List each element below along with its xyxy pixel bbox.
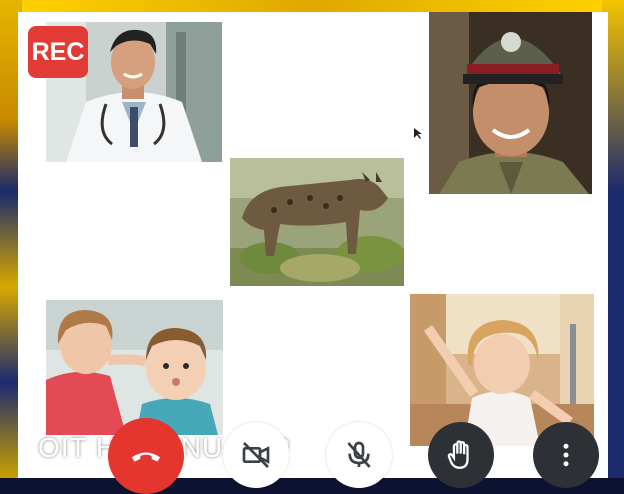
video-tile-officer[interactable]: [429, 12, 592, 194]
mic-toggle-button[interactable]: [326, 422, 392, 488]
camera-toggle-button[interactable]: [223, 422, 289, 488]
recording-badge: REC: [28, 26, 88, 78]
mouse-cursor-icon: [414, 128, 422, 139]
frame-top: [0, 0, 624, 12]
video-off-icon: [242, 442, 270, 468]
more-vert-icon: [563, 443, 569, 467]
phone-hangup-icon: [131, 452, 161, 462]
mic-off-icon: [347, 441, 371, 468]
more-options-button[interactable]: [533, 422, 599, 488]
hand-icon: [447, 440, 469, 469]
video-tile-children[interactable]: [46, 300, 223, 435]
end-call-button[interactable]: [108, 418, 184, 494]
video-tile-hyena[interactable]: [230, 158, 404, 286]
hyena-video-icon: [230, 158, 404, 286]
raise-hand-button[interactable]: [428, 422, 494, 488]
children-video-icon: [46, 300, 223, 435]
officer-video-icon: [429, 12, 592, 194]
meeting-screen: REC OIT HEMANU ACP: [18, 12, 608, 494]
